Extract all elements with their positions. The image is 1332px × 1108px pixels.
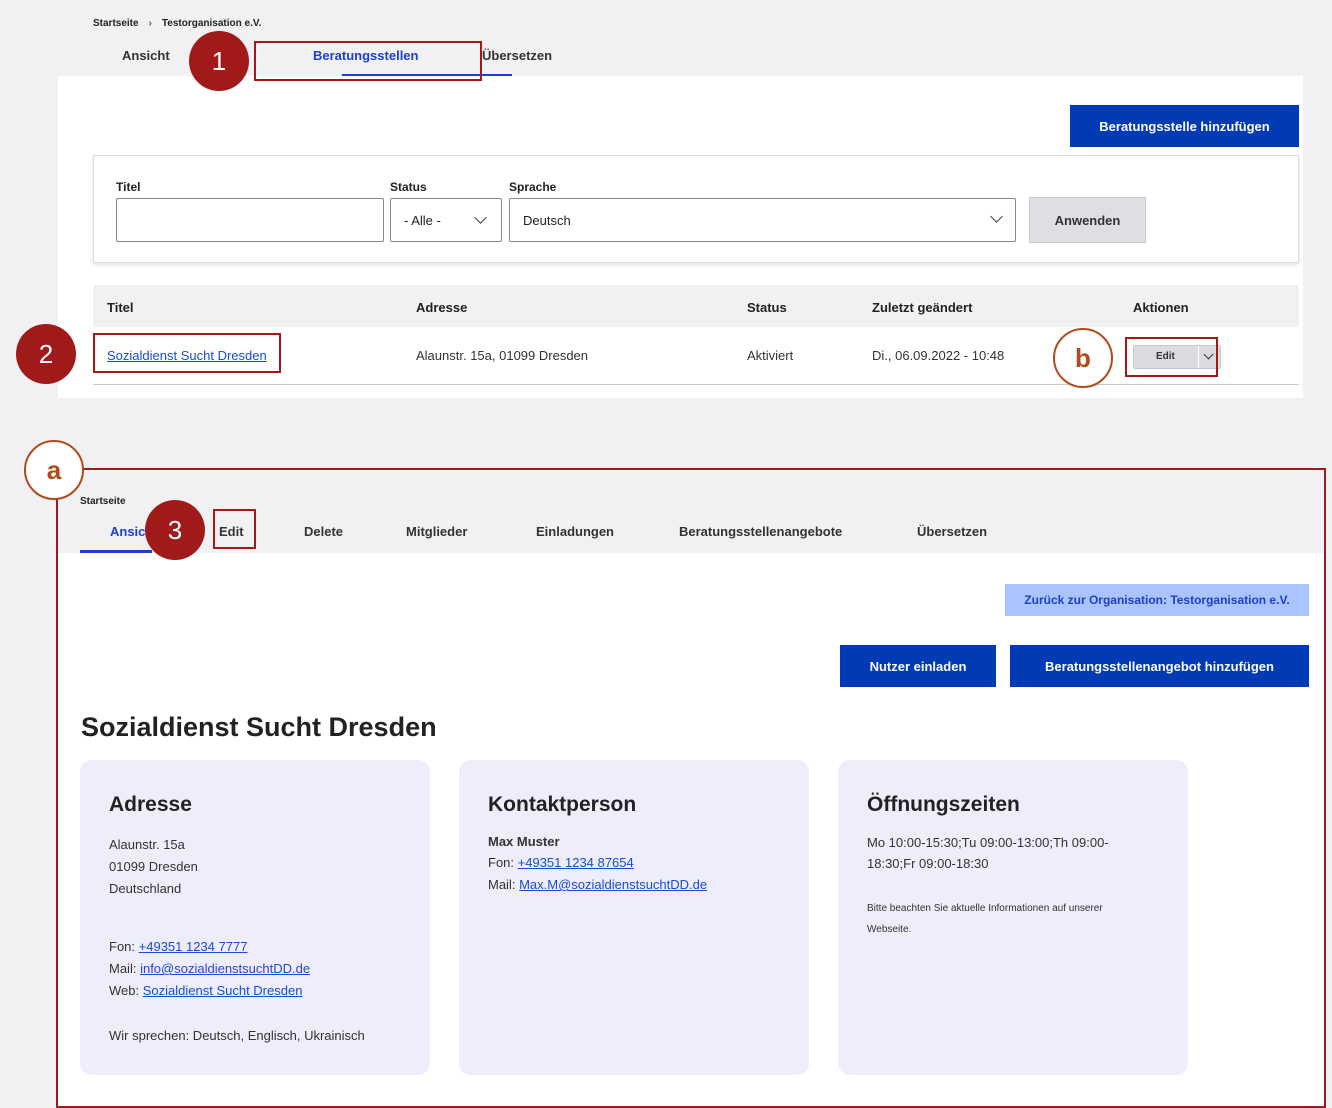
- web-label: Web:: [109, 983, 140, 998]
- contact-mail: Mail: Max.M@sozialdienstsuchtDD.de: [488, 877, 707, 892]
- contact-heading: Kontaktperson: [488, 793, 637, 816]
- chevron-down-icon: [474, 211, 487, 224]
- page-title: Sozialdienst Sucht Dresden: [81, 712, 437, 742]
- highlight-tab-beratungsstellen: [254, 41, 482, 81]
- column-header-status: Status: [747, 300, 787, 315]
- tab-uebersetzen[interactable]: Übersetzen: [482, 48, 552, 63]
- breadcrumb-current[interactable]: Testorganisation e.V.: [162, 18, 261, 29]
- row-modified: Di., 06.09.2022 - 10:48: [872, 348, 1005, 363]
- column-header-address: Adresse: [416, 300, 468, 315]
- filter-form: Titel Status - Alle - Sprache Deutsch An…: [93, 155, 1299, 263]
- phone-label: Fon:: [109, 939, 136, 954]
- highlight-edit-dropbutton: [1125, 337, 1218, 377]
- opening-hours-heading: Öffnungszeiten: [867, 793, 1020, 816]
- opening-hours-note-line-1: Bitte beachten Sie aktuelle Informatione…: [867, 903, 1103, 914]
- annotation-badge-1: 1: [189, 31, 249, 91]
- phone-label: Fon:: [488, 855, 515, 870]
- address-country: Deutschland: [109, 881, 182, 896]
- add-offer-button[interactable]: Beratungsstellenangebot hinzufügen: [1010, 645, 1309, 687]
- back-to-organisation-button[interactable]: Zurück zur Organisation: Testorganisatio…: [1005, 584, 1309, 616]
- status-filter-select[interactable]: - Alle -: [390, 198, 502, 242]
- table-header: Titel Adresse Status Zuletzt geändert Ak…: [93, 285, 1299, 327]
- contact-card: Kontaktperson Max Muster Fon: +49351 123…: [459, 760, 809, 1075]
- opening-hours-note-line-2: Webseite.: [867, 924, 912, 935]
- address-heading: Adresse: [109, 793, 192, 816]
- opening-hours-line-2: 18:30;Fr 09:00-18:30: [867, 856, 989, 871]
- tab-mitglieder[interactable]: Mitglieder: [406, 524, 467, 539]
- annotation-badge-b: b: [1053, 328, 1113, 388]
- breadcrumb-home[interactable]: Startseite: [93, 18, 139, 29]
- column-header-actions: Aktionen: [1133, 300, 1189, 315]
- language-filter-select[interactable]: Deutsch: [509, 198, 1016, 242]
- tab-einladungen[interactable]: Einladungen: [536, 524, 614, 539]
- address-web: Web: Sozialdienst Sucht Dresden: [109, 983, 302, 998]
- chevron-down-icon: [990, 210, 1003, 223]
- tab-delete[interactable]: Delete: [304, 524, 343, 539]
- opening-hours-line-1: Mo 10:00-15:30;Tu 09:00-13:00;Th 09:00-: [867, 835, 1109, 850]
- breadcrumb-separator: ›: [148, 18, 152, 29]
- mail-label: Mail:: [488, 877, 516, 892]
- column-header-title[interactable]: Titel: [107, 300, 134, 315]
- add-counseling-center-button[interactable]: Beratungsstelle hinzufügen: [1070, 105, 1299, 147]
- address-card: Adresse Alaunstr. 15a 01099 Dresden Deut…: [80, 760, 430, 1075]
- contact-name: Max Muster: [488, 834, 560, 849]
- contact-phone: Fon: +49351 1234 87654: [488, 855, 634, 870]
- address-languages: Wir sprechen: Deutsch, Englisch, Ukraini…: [109, 1028, 365, 1043]
- row-status: Aktiviert: [747, 348, 794, 363]
- status-filter-value: - Alle -: [404, 212, 441, 228]
- annotation-badge-3: 3: [145, 500, 205, 560]
- address-city: 01099 Dresden: [109, 859, 198, 874]
- address-mail: Mail: info@sozialdienstsuchtDD.de: [109, 961, 310, 976]
- row-address: Alaunstr. 15a, 01099 Dresden: [416, 348, 589, 363]
- contact-mail-link[interactable]: Max.M@sozialdienstsuchtDD.de: [519, 877, 707, 892]
- title-filter-label: Titel: [116, 180, 141, 194]
- active-tab-indicator: [80, 550, 152, 553]
- contact-phone-link[interactable]: +49351 1234 87654: [518, 855, 634, 870]
- language-filter-value: Deutsch: [523, 212, 571, 228]
- detail-breadcrumb[interactable]: Startseite: [80, 496, 126, 507]
- annotation-badge-2: 2: [16, 324, 76, 384]
- address-phone: Fon: +49351 1234 7777: [109, 939, 247, 954]
- phone-link[interactable]: +49351 1234 7777: [139, 939, 248, 954]
- address-street: Alaunstr. 15a: [109, 837, 185, 852]
- title-filter-input[interactable]: [116, 198, 384, 242]
- opening-hours-card: Öffnungszeiten Mo 10:00-15:30;Tu 09:00-1…: [838, 760, 1188, 1075]
- tab-beratungsstellenangebote[interactable]: Beratungsstellenangebote: [679, 524, 842, 539]
- highlight-tab-edit: [213, 509, 256, 549]
- language-filter-label: Sprache: [509, 180, 557, 194]
- tab-ansicht[interactable]: Ansicht: [122, 48, 170, 63]
- annotation-badge-a: a: [24, 440, 84, 500]
- tab-uebersetzen[interactable]: Übersetzen: [917, 524, 987, 539]
- invite-user-button[interactable]: Nutzer einladen: [840, 645, 996, 687]
- highlight-center-link: [93, 333, 281, 373]
- mail-label: Mail:: [109, 961, 137, 976]
- web-link[interactable]: Sozialdienst Sucht Dresden: [143, 983, 303, 998]
- column-header-modified[interactable]: Zuletzt geändert: [872, 300, 972, 315]
- breadcrumb: Startseite › Testorganisation e.V.: [93, 18, 261, 29]
- status-filter-label: Status: [390, 180, 427, 194]
- apply-filter-button[interactable]: Anwenden: [1029, 197, 1146, 243]
- mail-link[interactable]: info@sozialdienstsuchtDD.de: [140, 961, 310, 976]
